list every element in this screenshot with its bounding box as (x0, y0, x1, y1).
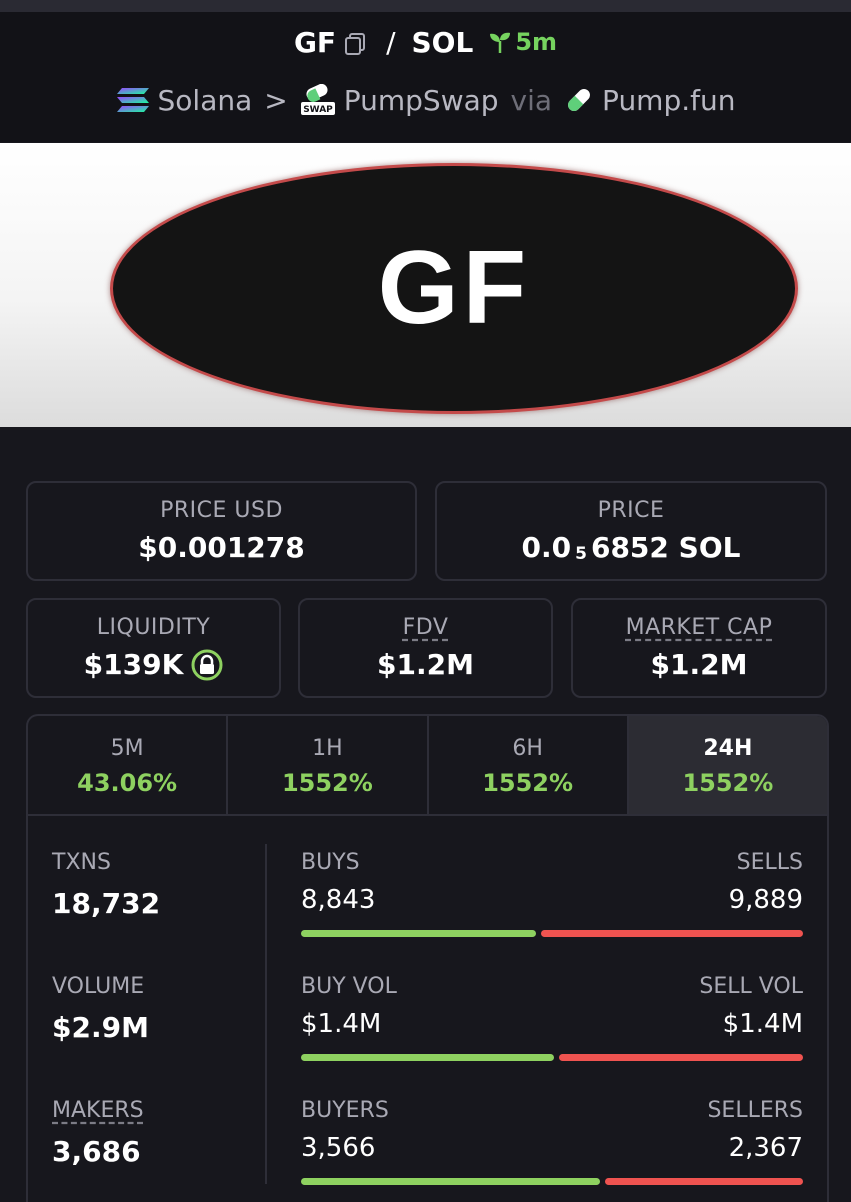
token-logo: GF (110, 163, 798, 414)
buy-vol-value: $1.4M (301, 1009, 382, 1039)
market-cap-value: $1.2M (650, 648, 748, 681)
buys-value: 8,843 (301, 885, 376, 915)
launchpad-name: Pump.fun (602, 83, 736, 117)
tab-24h[interactable]: 24H 1552% (628, 716, 827, 816)
timeframe-tabs: 5M 43.06% 1H 1552% 6H 1552% 24H 1552% (26, 714, 829, 816)
buy-vol-bar (301, 1054, 554, 1061)
chain-link[interactable]: Solana (116, 83, 253, 117)
tab-label: 24H (703, 735, 753, 761)
dex-name: PumpSwap (343, 83, 499, 117)
volume-label: VOLUME (52, 974, 145, 999)
fdv-label[interactable]: FDV (403, 615, 449, 640)
token-logo-text: GF (377, 230, 531, 346)
top-strip (0, 0, 851, 12)
market-cap-box: MARKET CAP $1.2M (571, 598, 827, 698)
makers-label[interactable]: MAKERS (52, 1098, 144, 1123)
launchpad-link[interactable]: Pump.fun (564, 84, 735, 117)
tab-1h[interactable]: 1H 1552% (228, 716, 429, 816)
liquidity-label: LIQUIDITY (96, 615, 211, 640)
price-sol-box: PRICE 0.0 5 6852 SOL (435, 481, 827, 581)
liquidity-value: $139K (83, 648, 184, 681)
buyers-bar (301, 1178, 600, 1185)
sells-value: 9,889 (728, 885, 803, 915)
buyers-sellers-stat: BUYERS SELLERS 3,566 2,367 (301, 1098, 803, 1163)
liquidity-box: LIQUIDITY $139K (26, 598, 281, 698)
volume-stat: VOLUME $2.9M (52, 974, 149, 1044)
tab-change: 1552% (482, 768, 574, 797)
stats-divider (265, 844, 267, 1184)
tab-6h[interactable]: 6H 1552% (429, 716, 629, 816)
price-sol-subscript: 5 (575, 543, 587, 564)
pair-title: GF / SOL 5m (0, 22, 851, 62)
buy-vol-label: BUY VOL (301, 974, 397, 999)
tab-5m[interactable]: 5M 43.06% (28, 716, 229, 816)
solana-icon (116, 88, 149, 112)
sellers-label: SELLERS (707, 1098, 803, 1123)
tab-label: 6H (512, 735, 543, 761)
price-sol-label: PRICE (597, 498, 665, 523)
liquidity-value-row: $139K (84, 648, 224, 681)
price-usd-value: $0.001278 (138, 531, 305, 564)
pair-separator: / (386, 25, 396, 59)
makers-stat: MAKERS 3,686 (52, 1098, 144, 1168)
token-symbol: GF (293, 25, 337, 59)
price-sol-suffix: 6852 SOL (590, 531, 741, 564)
market-cap-label[interactable]: MARKET CAP (626, 615, 773, 640)
sellers-value: 2,367 (728, 1133, 803, 1163)
buys-label: BUYS (301, 850, 360, 875)
price-usd-box: PRICE USD $0.001278 (26, 481, 417, 581)
tab-label: 5M (110, 735, 144, 761)
sells-label: SELLS (736, 850, 803, 875)
svg-text:SWAP: SWAP (303, 105, 333, 115)
sell-vol-label: SELL VOL (699, 974, 803, 999)
buyers-label: BUYERS (301, 1098, 389, 1123)
sell-vol-value: $1.4M (722, 1009, 803, 1039)
txns-label: TXNS (52, 850, 111, 875)
volume-value: $2.9M (52, 1011, 149, 1044)
buy-sell-volume-stat: BUY VOL SELL VOL $1.4M $1.4M (301, 974, 803, 1039)
chevron-right-icon: > (264, 83, 288, 117)
tab-change: 43.06% (77, 768, 178, 797)
copy-icon[interactable] (344, 30, 366, 55)
fdv-value: $1.2M (377, 648, 474, 681)
pair-age: 5m (489, 28, 557, 56)
dex-link[interactable]: SWAP PumpSwap (300, 84, 499, 117)
sells-bar (541, 930, 803, 937)
sprout-icon (490, 32, 511, 53)
sellers-bar (605, 1178, 803, 1185)
pill-icon (568, 89, 590, 111)
txns-value: 18,732 (52, 887, 161, 920)
price-usd-label: PRICE USD (160, 498, 283, 523)
lock-icon[interactable] (191, 649, 223, 681)
sell-vol-bar (559, 1054, 803, 1061)
quote-symbol: SOL (411, 25, 474, 59)
price-sol-prefix: 0.0 (521, 531, 572, 564)
makers-value: 3,686 (52, 1135, 141, 1168)
txns-stat: TXNS 18,732 (52, 850, 160, 920)
buys-sells-stat: BUYS SELLS 8,843 9,889 (301, 850, 803, 915)
buys-bar (301, 930, 536, 937)
stats-panel: TXNS 18,732 VOLUME $2.9M MAKERS 3,686 BU… (26, 814, 829, 1202)
pair-age-value: 5m (515, 28, 558, 56)
tab-change: 1552% (682, 768, 774, 797)
fdv-box: FDV $1.2M (298, 598, 553, 698)
pumpswap-icon: SWAP (300, 84, 335, 115)
tab-label: 1H (312, 735, 343, 761)
buyers-value: 3,566 (301, 1133, 376, 1163)
tab-change: 1552% (281, 768, 373, 797)
chain-name: Solana (157, 83, 253, 117)
breadcrumb: Solana > SWAP PumpSwap via Pump.fun (0, 78, 851, 122)
price-sol-value: 0.0 5 6852 SOL (522, 531, 741, 564)
token-banner: GF (0, 143, 851, 427)
via-label: via (510, 83, 553, 117)
